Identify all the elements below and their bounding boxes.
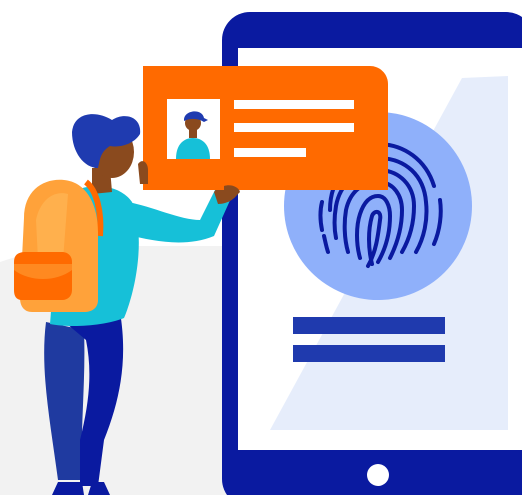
identity-verification-illustration: [0, 0, 522, 495]
id-card: [143, 66, 388, 190]
screen-bar-2: [293, 345, 445, 362]
home-button: [367, 464, 389, 486]
backpack: [14, 179, 104, 312]
id-card-line-3: [234, 148, 306, 157]
id-card-line-1: [234, 100, 354, 109]
id-card-line-2: [234, 123, 354, 132]
person-hand-back: [138, 161, 148, 184]
screen-bar-1: [293, 317, 445, 334]
